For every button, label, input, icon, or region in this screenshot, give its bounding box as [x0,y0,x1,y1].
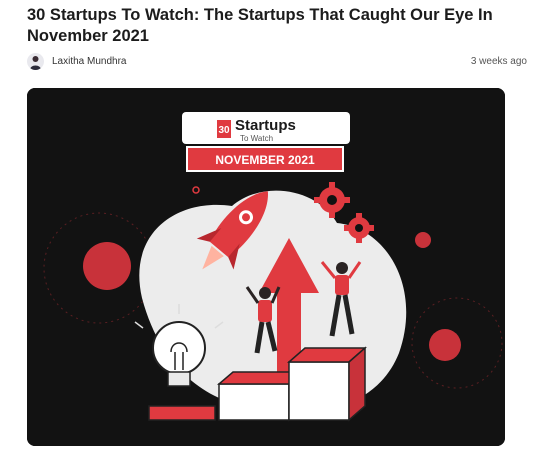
author-block[interactable]: Laxitha Mundhra [27,53,127,70]
featured-image[interactable]: 30 Startups To Watch NOVEMBER 2021 [27,88,505,446]
author-avatar[interactable] [27,53,44,70]
svg-text:NOVEMBER 2021: NOVEMBER 2021 [215,153,315,167]
decor-circle-right [429,329,461,361]
startups-to-watch-logo: 30 Startups To Watch [182,112,350,144]
svg-text:To Watch: To Watch [240,134,273,143]
decor-circle-left [83,242,131,290]
article-title[interactable]: 30 Startups To Watch: The Startups That … [27,5,527,47]
post-time: 3 weeks ago [470,56,527,67]
month-banner: NOVEMBER 2021 [186,146,344,172]
author-name[interactable]: Laxitha Mundhra [52,56,127,67]
svg-text:30: 30 [218,125,230,136]
decor-circle-right-small [415,232,431,248]
svg-text:Startups: Startups [235,117,296,134]
